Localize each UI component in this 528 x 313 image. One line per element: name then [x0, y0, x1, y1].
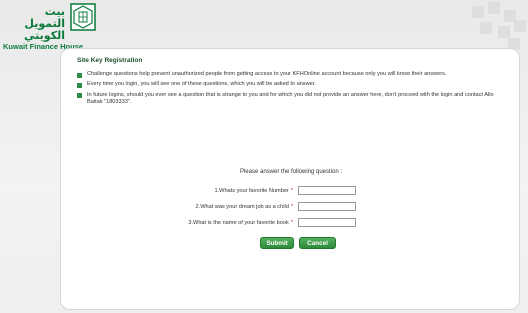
question-label-2: 2.What was your dream job as a child * — [196, 204, 293, 210]
question-row-3: 3.What is the name of your favorite book… — [61, 218, 521, 230]
question-text: 3.What is the name of your favorite book — [188, 220, 289, 226]
logo-text: بيت التمويل الكويتي Kuwait Finance House — [3, 5, 84, 52]
site-key-panel: Site Key Registration Challenge question… — [60, 48, 520, 310]
info-list: Challenge questions help prevent unautho… — [77, 71, 507, 110]
cancel-button[interactable]: Cancel — [299, 237, 336, 249]
question-label-1: 1.Whats your favorite Number * — [215, 188, 294, 194]
header: بيت التمويل الكويتي Kuwait Finance House — [0, 0, 528, 51]
bullet-square-icon — [77, 93, 82, 99]
logo-english-text: Kuwait Finance House — [3, 42, 84, 51]
bullet-square-icon — [77, 72, 82, 78]
logo-arabic-text: بيت التمويل الكويتي — [24, 5, 65, 42]
submit-button[interactable]: Submit — [260, 237, 294, 249]
bullet-text: In future logins, should you ever see a … — [87, 91, 494, 106]
bullet-text: Every time you login, you will see one o… — [87, 81, 316, 88]
kfh-emblem-icon — [70, 3, 96, 31]
bullet-text: Challenge questions help prevent unautho… — [87, 71, 447, 77]
required-mark: * — [290, 204, 293, 210]
question-text: 2.What was your dream job as a child — [195, 204, 289, 210]
list-item: In future logins, should you ever see a … — [77, 92, 507, 107]
list-item: Every time you login, you will see one o… — [77, 81, 507, 88]
question-label-3: 3.What is the name of your favorite book… — [188, 220, 293, 226]
question-row-2: 2.What was your dream job as a child * — [61, 202, 521, 214]
page: بيت التمويل الكويتي Kuwait Finance House… — [0, 0, 528, 313]
question-row-1: 1.Whats your favorite Number * — [61, 186, 521, 198]
list-item: Challenge questions help prevent unautho… — [77, 71, 507, 78]
required-mark: * — [290, 220, 293, 226]
question-prompt: Please answer the following question : — [239, 169, 343, 175]
answer-input-2[interactable] — [298, 202, 356, 211]
bullet-square-icon — [77, 82, 82, 88]
answer-input-1[interactable] — [298, 186, 356, 195]
answer-input-3[interactable] — [298, 218, 356, 227]
question-text: 1.Whats your favorite Number — [214, 188, 289, 194]
required-mark: * — [290, 188, 293, 194]
panel-title: Site Key Registration — [77, 57, 143, 64]
